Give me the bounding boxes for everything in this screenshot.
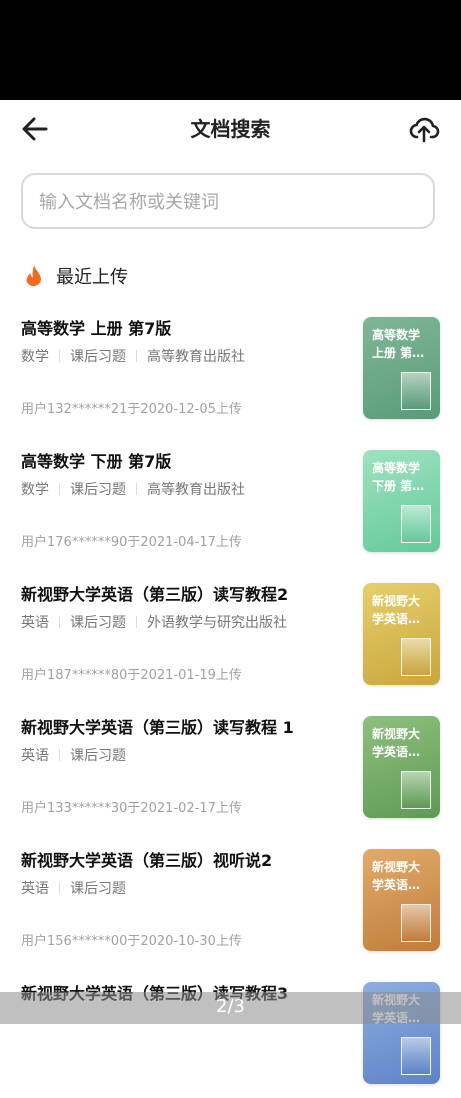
- tag-divider: [136, 616, 137, 628]
- cover-artwork: [401, 1037, 431, 1075]
- tag-divider: [59, 350, 60, 362]
- document-list: 高等数学 上册 第7版 数学 课后习题 高等教育出版社 用户132******21于20…: [0, 300, 461, 1098]
- document-title: 高等数学 下册 第7版: [21, 452, 172, 471]
- cover-title: 新视野大 学英语…: [372, 860, 421, 892]
- header: 文档搜索: [0, 100, 461, 158]
- document-tag: 英语: [21, 881, 49, 897]
- page-indicator-label: 2/3: [216, 996, 245, 1017]
- document-cover[interactable]: 高等数学 上册 第…: [363, 317, 440, 419]
- upload-info: 用户187******80于2021-01-19上传: [21, 668, 242, 683]
- document-item[interactable]: 高等数学 下册 第7版 数学 课后习题 高等教育出版社用户176******90于20…: [0, 433, 461, 566]
- page-indicator: 2/3: [0, 992, 461, 1024]
- document-tags: 英语 课后习题: [21, 746, 126, 766]
- page-title: 文档搜索: [190, 117, 271, 141]
- document-title: 新视野大学英语（第三版）读写教程2: [21, 585, 289, 604]
- cover-title: 新视野大 学英语…: [372, 594, 421, 626]
- fire-icon: [26, 265, 41, 287]
- search-input[interactable]: [37, 175, 421, 229]
- document-tag: 高等教育出版社: [147, 482, 245, 498]
- document-cover[interactable]: 新视野大 学英语…: [363, 583, 440, 685]
- document-tags: 数学 课后习题 高等教育出版社: [21, 347, 245, 367]
- cover-artwork: [401, 904, 431, 942]
- document-tag: 英语: [21, 748, 49, 764]
- document-item[interactable]: 新视野大学英语（第三版）视听说2 英语 课后习题用户156******00于2020…: [0, 832, 461, 965]
- document-item[interactable]: 新视野大学英语（第三版）读写教程3新视野大 学英语…: [0, 965, 461, 1098]
- upload-info: 用户132******21于2020-12-05上传: [21, 402, 242, 417]
- status-bar: [0, 0, 461, 100]
- document-cover[interactable]: 高等数学 下册 第…: [363, 450, 440, 552]
- document-title: 新视野大学英语（第三版）读写教程 1: [21, 718, 294, 737]
- document-tag: 英语: [21, 615, 49, 631]
- document-item[interactable]: 高等数学 上册 第7版 数学 课后习题 高等教育出版社用户132******21于20…: [0, 300, 461, 433]
- document-title: 新视野大学英语（第三版）视听说2: [21, 851, 273, 870]
- tag-divider: [136, 483, 137, 495]
- cover-title: 高等数学 下册 第…: [372, 461, 425, 493]
- document-tag: 课后习题: [70, 615, 126, 631]
- document-tag: 课后习题: [70, 349, 126, 365]
- tag-divider: [59, 882, 60, 894]
- tag-divider: [59, 616, 60, 628]
- upload-info: 用户133******30于2021-02-17上传: [21, 801, 242, 816]
- tag-divider: [59, 483, 60, 495]
- cover-artwork: [401, 505, 431, 543]
- cloud-upload-icon[interactable]: [408, 113, 440, 145]
- document-tag: 数学: [21, 482, 49, 498]
- document-cover[interactable]: 新视野大 学英语…: [363, 849, 440, 951]
- document-tags: 数学 课后习题 高等教育出版社: [21, 480, 245, 500]
- upload-info: 用户176******90于2021-04-17上传: [21, 535, 242, 550]
- tag-divider: [136, 350, 137, 362]
- cover-artwork: [401, 372, 431, 410]
- document-tag: 课后习题: [70, 748, 126, 764]
- section-title: 最近上传: [56, 267, 128, 288]
- document-tag: 高等教育出版社: [147, 349, 245, 365]
- document-tag: 课后习题: [70, 482, 126, 498]
- tag-divider: [59, 749, 60, 761]
- upload-info: 用户156******00于2020-10-30上传: [21, 934, 242, 949]
- cover-title: 高等数学 上册 第…: [372, 328, 425, 360]
- document-item[interactable]: 新视野大学英语（第三版）读写教程2 英语 课后习题 外语教学与研究出版社用户187**…: [0, 566, 461, 699]
- document-cover[interactable]: 新视野大 学英语…: [363, 716, 440, 818]
- document-item[interactable]: 新视野大学英语（第三版）读写教程 1 英语 课后习题用户133******30于20…: [0, 699, 461, 832]
- document-tag: 数学: [21, 349, 49, 365]
- document-tag: 课后习题: [70, 881, 126, 897]
- cover-artwork: [401, 638, 431, 676]
- document-tags: 英语 课后习题 外语教学与研究出版社: [21, 613, 287, 633]
- document-tags: 英语 课后习题: [21, 879, 126, 899]
- search-box[interactable]: [21, 173, 435, 229]
- cover-title: 新视野大 学英语…: [372, 727, 421, 759]
- document-tag: 外语教学与研究出版社: [147, 615, 287, 631]
- cover-artwork: [401, 771, 431, 809]
- document-title: 高等数学 上册 第7版: [21, 319, 172, 338]
